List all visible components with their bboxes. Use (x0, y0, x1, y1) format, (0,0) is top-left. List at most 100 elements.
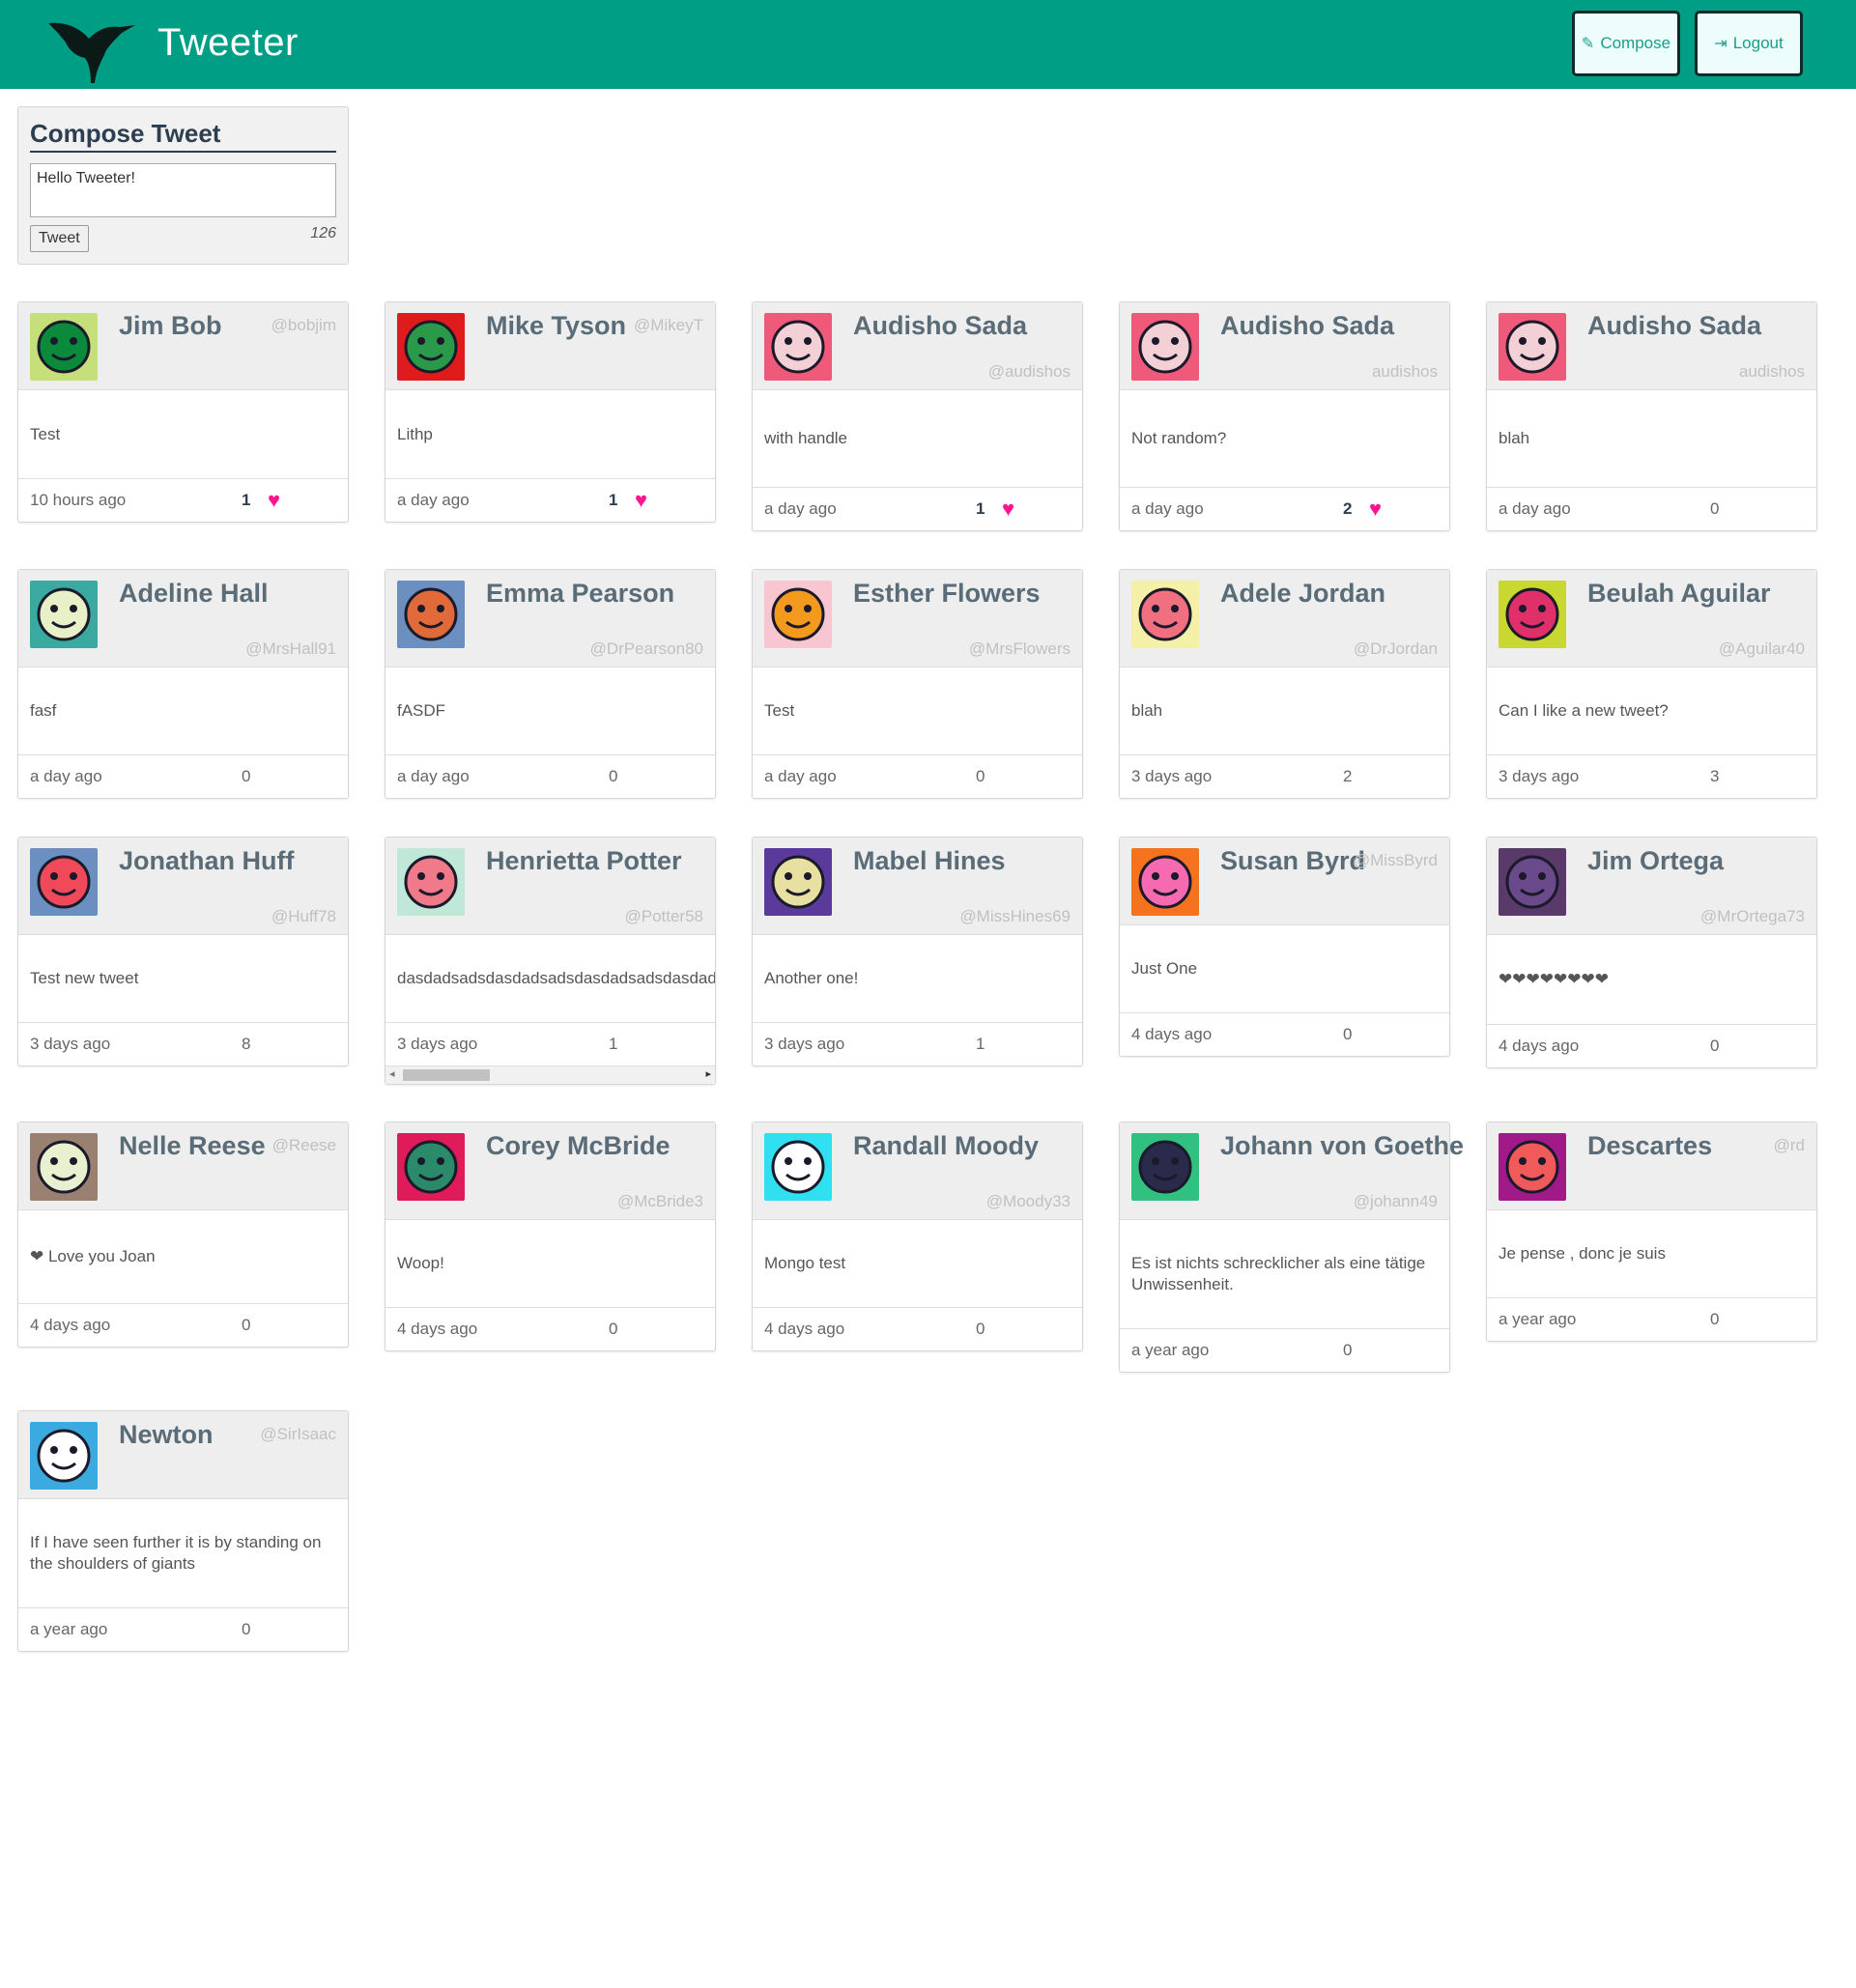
tweet-header: Nelle Reese @Reese (18, 1122, 348, 1209)
emoji-face-icon (771, 855, 825, 909)
scroll-right-arrow-icon[interactable]: ▸ (705, 1067, 711, 1080)
author-name: Randall Moody (853, 1131, 1040, 1160)
author-handle: @Aguilar40 (1718, 639, 1805, 658)
author-name: Nelle Reese (119, 1131, 266, 1160)
avatar (30, 848, 98, 916)
tweet-body: dasdadsadsdasdadsadsdasdadsadsdasdadsads… (385, 934, 715, 1023)
like-count: 0 (609, 1320, 618, 1338)
like-count: 0 (976, 767, 985, 785)
emoji-face-icon (404, 320, 458, 374)
tweet-body: Es ist nichts schrecklicher als eine tät… (1120, 1219, 1449, 1329)
avatar (764, 1133, 832, 1201)
tweet-timestamp: a year ago (30, 1620, 108, 1638)
author-name: Audisho Sada (1220, 311, 1395, 340)
tweet-footer: a day ago 0 (1487, 488, 1816, 530)
avatar (30, 313, 98, 381)
like-heart-icon[interactable]: ♥ (268, 488, 280, 513)
tweet-header: Audisho Sada audishos (1120, 302, 1449, 389)
avatar (764, 848, 832, 916)
tweet-card: Corey McBride @McBride3 Woop! 4 days ago 0 (385, 1122, 716, 1351)
avatar (1131, 1133, 1199, 1201)
avatar (397, 848, 465, 916)
like-count: 0 (242, 767, 251, 785)
tweet-footer: a year ago 0 (1487, 1298, 1816, 1341)
emoji-face-icon (1505, 1140, 1559, 1194)
tweet-footer: a year ago 0 (1120, 1329, 1449, 1372)
like-count: 0 (609, 767, 618, 785)
emoji-face-icon (771, 587, 825, 641)
author-handle: audishos (1371, 362, 1438, 381)
tweet-header: Adeline Hall @MrsHall91 (18, 570, 348, 667)
tweet-card: Johann von Goethe @johann49 Es ist nichts … (1119, 1122, 1464, 1373)
author-handle: @johann49 (1353, 1192, 1438, 1210)
author-handle: @Moody33 (985, 1192, 1071, 1210)
emoji-face-icon (37, 855, 91, 909)
tweet-timestamp: a day ago (1131, 499, 1204, 518)
tweet-footer: 4 days ago 0 (385, 1308, 715, 1350)
tweet-text-input[interactable]: Hello Tweeter! (30, 163, 336, 217)
scroll-left-arrow-icon[interactable]: ◂ (389, 1067, 395, 1080)
tweet-card: Beulah Aguilar @Aguilar40 Can I like a new… (1486, 569, 1817, 799)
scrollbar-thumb[interactable] (403, 1069, 490, 1081)
edit-icon: ✎ (1581, 36, 1595, 52)
emoji-face-icon (1138, 587, 1192, 641)
tweet-text: ❤ Love you Joan (30, 1247, 156, 1265)
tweet-body: Je pense , donc je suis (1487, 1209, 1816, 1298)
tweet-text: Je pense , donc je suis (1499, 1244, 1666, 1263)
like-heart-icon[interactable]: ♥ (1369, 497, 1382, 522)
tweet-header: Johann von Goethe @johann49 (1120, 1122, 1464, 1219)
tweet-text: dasdadsadsdasdadsadsdasdadsadsdasdadsads… (397, 969, 715, 987)
author-handle: @MrsHall91 (245, 639, 336, 658)
emoji-face-icon (1138, 1140, 1192, 1194)
author-name: Jonathan Huff (119, 846, 295, 875)
emoji-face-icon (37, 1429, 91, 1483)
tweet-footer: 3 days ago 3 (1487, 755, 1816, 798)
author-name: Descartes (1587, 1131, 1713, 1160)
tweet-card: Emma Pearson @DrPearson80 fASDF a day ago 0 (385, 569, 716, 799)
compose-button[interactable]: ✎ Compose (1572, 11, 1680, 76)
emoji-face-icon (37, 320, 91, 374)
like-count: 1 (976, 499, 985, 518)
tweet-header: Audisho Sada audishos (1487, 302, 1816, 389)
tweet-footer: 4 days ago 0 (753, 1308, 1082, 1350)
tweet-timestamp: 4 days ago (30, 1316, 111, 1334)
author-name: Jim Bob (119, 311, 222, 340)
logout-button[interactable]: ⇥ Logout (1695, 11, 1803, 76)
emoji-face-icon (404, 587, 458, 641)
tweet-card: Jim Bob @bobjim Test 10 hours ago 1 ♥ (17, 301, 349, 523)
author-name: Audisho Sada (853, 311, 1028, 340)
tweet-header: Henrietta Potter @Potter58 (385, 838, 715, 934)
like-heart-icon[interactable]: ♥ (635, 488, 647, 513)
tweet-timestamp: 4 days ago (764, 1320, 845, 1338)
tweet-timestamp: 4 days ago (1499, 1037, 1580, 1055)
avatar (397, 1133, 465, 1201)
compose-tweet-panel: Compose Tweet Hello Tweeter! Tweet 126 (17, 106, 349, 265)
avatar (1499, 848, 1566, 916)
tweet-timestamp: a day ago (764, 499, 837, 518)
author-name: Audisho Sada (1587, 311, 1762, 340)
author-name: Adele Jordan (1220, 579, 1386, 608)
tweet-timestamp: 4 days ago (397, 1320, 478, 1338)
app-title: Tweeter (157, 21, 299, 64)
author-handle: @DrPearson80 (589, 639, 703, 658)
tweet-text: Mongo test (764, 1254, 846, 1272)
compose-button-label: Compose (1600, 34, 1671, 52)
tweet-body: blah (1120, 667, 1449, 755)
tweet-text: fasf (30, 701, 57, 720)
tweet-footer: a day ago 1 ♥ (385, 479, 715, 522)
author-name: Mabel Hines (853, 846, 1006, 875)
like-count: 1 (609, 1035, 618, 1053)
tweet-submit-button[interactable]: Tweet (30, 225, 89, 252)
like-count: 2 (1343, 499, 1353, 518)
tweet-card: Audisho Sada @audishos with handle a day ag… (752, 301, 1083, 531)
tweet-body: fasf (18, 667, 348, 755)
tweet-footer: 3 days ago 2 (1120, 755, 1449, 798)
tweet-header: Esther Flowers @MrsFlowers (753, 570, 1082, 667)
like-heart-icon[interactable]: ♥ (1002, 497, 1014, 522)
emoji-face-icon (1138, 320, 1192, 374)
tweet-header: Jim Ortega @MrOrtega73 (1487, 838, 1816, 934)
tweet-card: Newton @SirIsaac If I have seen further it… (17, 1410, 349, 1652)
avatar (764, 313, 832, 381)
horizontal-scrollbar[interactable]: ◂ ▸ (385, 1065, 715, 1084)
top-navbar: Tweeter ✎ Compose ⇥ Logout (0, 0, 1856, 89)
